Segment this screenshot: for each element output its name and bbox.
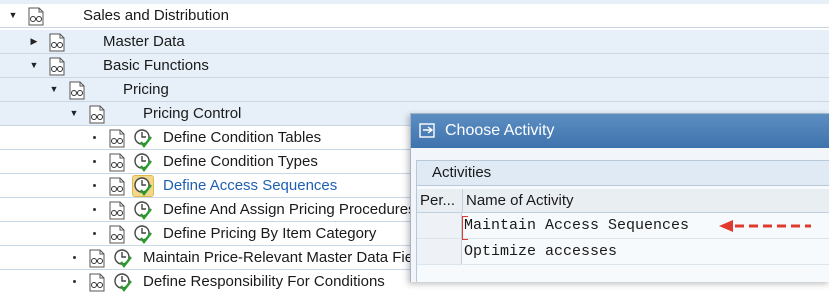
activities-group-label: Activities: [432, 164, 492, 181]
column-header-per[interactable]: Per...: [417, 189, 463, 213]
glasses-document-icon: [69, 81, 85, 100]
glasses-document-icon: [49, 57, 65, 76]
choose-activity-icon: [419, 123, 435, 138]
leaf-bullet: [93, 208, 96, 211]
clock-check-icon[interactable]: [113, 248, 133, 268]
choose-activity-dialog: Choose Activity Activities Per... Name o…: [410, 113, 829, 282]
tree-node-label: Master Data: [103, 33, 185, 50]
tree-node-label: Pricing: [123, 81, 169, 98]
column-header-name-of-activity[interactable]: Name of Activity: [463, 189, 829, 213]
leaf-bullet: [93, 184, 96, 187]
tree-node-label: Sales and Distribution: [83, 7, 229, 24]
clock-check-icon[interactable]: [133, 200, 153, 220]
leaf-bullet: [73, 256, 76, 259]
glasses-document-icon: [109, 129, 125, 148]
clock-check-icon[interactable]: [133, 128, 153, 148]
glasses-document-icon: [89, 249, 105, 268]
collapse-arrow-icon[interactable]: ▶: [28, 30, 40, 53]
expand-arrow-icon[interactable]: ▼: [68, 102, 80, 125]
glasses-document-icon: [109, 225, 125, 244]
glasses-document-icon: [109, 177, 125, 196]
tree-node-label: Define And Assign Pricing Procedures: [163, 201, 416, 218]
tree-node-label: Define Condition Types: [163, 153, 318, 170]
clock-check-icon[interactable]: [133, 224, 153, 244]
leaf-bullet: [93, 232, 96, 235]
dialog-title: Choose Activity: [445, 122, 555, 139]
glasses-document-icon: [109, 201, 125, 220]
tree-node-sales-distribution[interactable]: ▼ Sales and Distribution: [0, 4, 829, 28]
leaf-bullet: [93, 160, 96, 163]
activity-name-cell[interactable]: Optimize accesses: [463, 239, 829, 265]
tree-node-label: Define Condition Tables: [163, 129, 322, 146]
tree-node-label: Maintain Price-Relevant Master Data Fiel…: [143, 249, 433, 266]
glasses-document-icon: [28, 7, 44, 26]
expand-arrow-icon[interactable]: ▼: [28, 54, 40, 77]
tree-node-label: Pricing Control: [143, 105, 242, 122]
leaf-bullet: [73, 280, 76, 283]
row-selector[interactable]: [417, 213, 462, 239]
clock-check-icon[interactable]: [132, 175, 154, 197]
glasses-document-icon: [49, 33, 65, 52]
expand-arrow-icon[interactable]: ▼: [48, 78, 60, 101]
tree-node-label: Define Pricing By Item Category: [163, 225, 377, 242]
tree-node-master-data[interactable]: ▶ Master Data: [0, 30, 829, 54]
table-row[interactable]: Optimize accesses: [417, 239, 829, 265]
dialog-title-bar[interactable]: Choose Activity: [411, 114, 829, 148]
expand-arrow-icon[interactable]: ▼: [7, 4, 19, 27]
glasses-document-icon: [89, 273, 105, 292]
leaf-bullet: [93, 136, 96, 139]
glasses-document-icon: [109, 153, 125, 172]
tree-node-label: Basic Functions: [103, 57, 209, 74]
tree-node-basic-functions[interactable]: ▼ Basic Functions: [0, 54, 829, 78]
glasses-document-icon: [89, 105, 105, 124]
clock-check-icon[interactable]: [113, 272, 133, 292]
tree-node-label: Define Access Sequences: [163, 177, 338, 194]
activities-group-header: Activities: [417, 161, 829, 186]
tree-node-label: Define Responsibility For Conditions: [143, 273, 385, 290]
tree-node-pricing[interactable]: ▼ Pricing: [0, 78, 829, 102]
row-selector[interactable]: [417, 239, 462, 265]
clock-check-icon[interactable]: [133, 152, 153, 172]
annotation-arrow-icon: [719, 220, 811, 232]
